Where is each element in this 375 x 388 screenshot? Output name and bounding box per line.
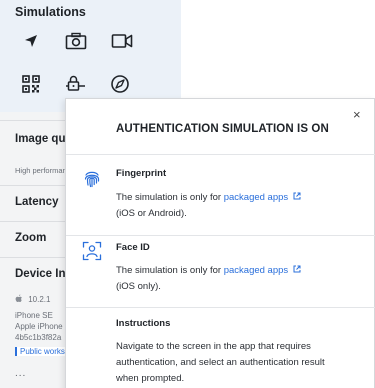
external-link-icon[interactable] xyxy=(293,192,301,200)
image-quality-label[interactable]: Image qua xyxy=(15,133,72,145)
face-id-icon xyxy=(82,241,102,261)
fingerprint-platform-text: (iOS or Android). xyxy=(116,208,187,219)
zoom-label: Zoom xyxy=(15,232,47,244)
apple-icon xyxy=(15,294,22,302)
fingerprint-text-prefix: The simulation is only for xyxy=(116,192,224,203)
close-icon[interactable]: × xyxy=(353,108,361,121)
compass-icon[interactable] xyxy=(107,71,133,97)
face-id-section: Face ID The simulation is only for packa… xyxy=(66,235,375,307)
face-id-text: The simulation is only for packaged apps xyxy=(116,265,301,276)
fingerprint-packaged-apps-link[interactable]: packaged apps xyxy=(224,192,288,203)
instructions-line-3: when prompted. xyxy=(116,373,185,384)
device-model: iPhone SE xyxy=(15,311,53,320)
latency-label: Latency xyxy=(15,196,59,208)
fingerprint-section: Fingerprint The simulation is only for p… xyxy=(66,154,375,235)
instructions-line-2: authentication, and select an authentica… xyxy=(116,357,325,368)
authentication-popup: × AUTHENTICATION SIMULATION IS ON Finger… xyxy=(65,98,375,388)
qr-code-icon[interactable] xyxy=(18,71,44,97)
performance-text: High performan xyxy=(15,166,67,175)
fingerprint-heading: Fingerprint xyxy=(116,168,167,179)
location-arrow-icon[interactable] xyxy=(18,28,44,54)
face-id-platform-text: (iOS only). xyxy=(116,281,161,292)
os-version: 10.2.1 xyxy=(28,295,51,304)
fingerprint-icon xyxy=(84,171,100,188)
instructions-section: Instructions Navigate to the screen in t… xyxy=(66,307,375,388)
device-os-version: 10.2.1 xyxy=(15,294,50,304)
external-link-icon[interactable] xyxy=(293,265,301,273)
device-maker: Apple iPhone xyxy=(15,322,63,331)
instructions-heading: Instructions xyxy=(116,318,171,329)
more-options[interactable]: ... xyxy=(15,368,26,379)
face-id-packaged-apps-link[interactable]: packaged apps xyxy=(224,265,288,276)
video-camera-icon[interactable] xyxy=(109,28,135,54)
simulations-title: Simulations xyxy=(15,5,86,19)
simulations-section: Simulations xyxy=(0,0,181,112)
network-lock-icon[interactable] xyxy=(63,71,89,97)
fingerprint-text: The simulation is only for packaged apps xyxy=(116,192,301,203)
instructions-line-1: Navigate to the screen in the app that r… xyxy=(116,341,311,352)
face-id-heading: Face ID xyxy=(116,242,150,253)
public-badge: Public works xyxy=(15,347,65,356)
device-id: 4b5c1b3f82a xyxy=(15,333,62,342)
face-id-text-prefix: The simulation is only for xyxy=(116,265,224,276)
popup-title: AUTHENTICATION SIMULATION IS ON xyxy=(116,123,329,135)
camera-icon[interactable] xyxy=(63,28,89,54)
